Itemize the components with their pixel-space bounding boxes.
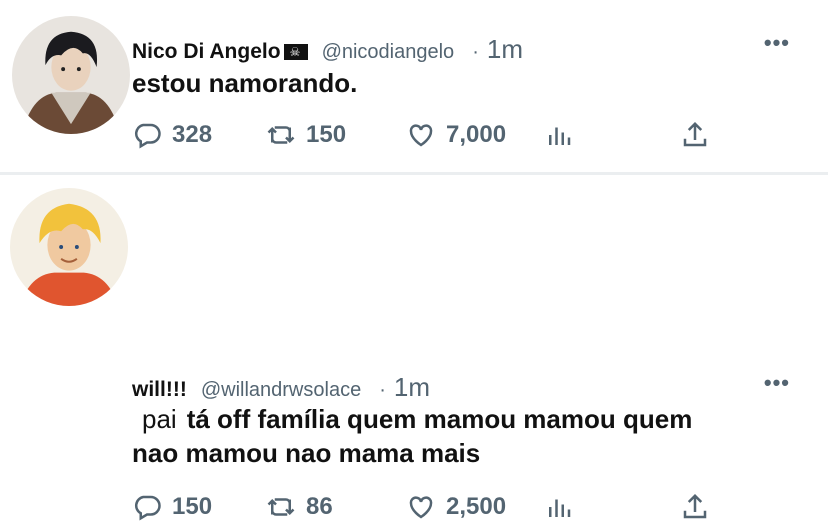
separator: · [379, 379, 386, 401]
retweet-icon [267, 498, 295, 516]
like-count: 2,500 [446, 493, 507, 520]
retweet-button[interactable]: 86 [266, 492, 333, 522]
reply-icon [134, 123, 161, 149]
tweet-will[interactable]: will!!! @willandrwsolace · 1m ••• pai tá … [0, 176, 828, 521]
reply-button[interactable]: 328 [132, 120, 212, 150]
share-button[interactable] [680, 492, 720, 522]
share-icon [683, 121, 707, 147]
flag-icon [283, 44, 308, 60]
avatar[interactable] [10, 188, 128, 306]
reply-icon [134, 495, 161, 521]
tweet-text: estou namorando. [132, 68, 358, 98]
tweet-header: will!!! @willandrwsolace · 1m [132, 372, 430, 403]
analytics-icon [549, 127, 571, 145]
display-name[interactable]: Nico Di Angelo [132, 40, 281, 64]
like-icon [409, 496, 433, 519]
timestamp[interactable]: 1m [394, 372, 430, 403]
handle[interactable]: @willandrwsolace [201, 379, 361, 402]
tweet-divider [0, 172, 828, 175]
like-button[interactable]: 2,500 [406, 492, 506, 522]
retweet-count: 150 [306, 121, 347, 148]
like-button[interactable]: 7,000 [406, 120, 506, 150]
share-button[interactable] [680, 120, 720, 150]
tweet-nico[interactable]: Nico Di Angelo @nicodiangelo · 1m ••• es… [0, 0, 828, 172]
more-options-button[interactable]: ••• [764, 370, 790, 396]
separator: · [472, 41, 479, 63]
reply-count: 150 [172, 493, 213, 520]
analytics-button[interactable] [544, 492, 584, 522]
like-count: 7,000 [446, 121, 507, 148]
analytics-icon [549, 499, 571, 517]
analytics-button[interactable] [544, 120, 584, 150]
timestamp[interactable]: 1m [487, 34, 523, 65]
tweet-actions: 150 86 2,500 [132, 492, 712, 528]
retweet-button[interactable]: 150 [266, 120, 346, 150]
avatar[interactable] [12, 16, 130, 134]
reply-count: 328 [172, 121, 213, 148]
handle[interactable]: @nicodiangelo [322, 41, 455, 64]
tweet-text-line2: nao mamou nao mama mais [132, 438, 481, 468]
tweet-text-line1: tá off família quem mamou mamou quem [186, 404, 693, 434]
more-options-button[interactable]: ••• [764, 30, 790, 56]
tweet-text-prefix: pai [142, 404, 177, 434]
tweet-actions: 328 150 7,000 [132, 120, 712, 156]
share-icon [683, 493, 707, 519]
tweet-header: Nico Di Angelo @nicodiangelo · 1m [132, 34, 523, 65]
tweet-text: pai tá off família quem mamou mamou quem … [132, 402, 692, 470]
retweet-icon [267, 126, 295, 144]
like-icon [409, 124, 433, 147]
reply-button[interactable]: 150 [132, 492, 212, 522]
retweet-count: 86 [306, 493, 333, 520]
display-name[interactable]: will!!! [132, 378, 187, 402]
